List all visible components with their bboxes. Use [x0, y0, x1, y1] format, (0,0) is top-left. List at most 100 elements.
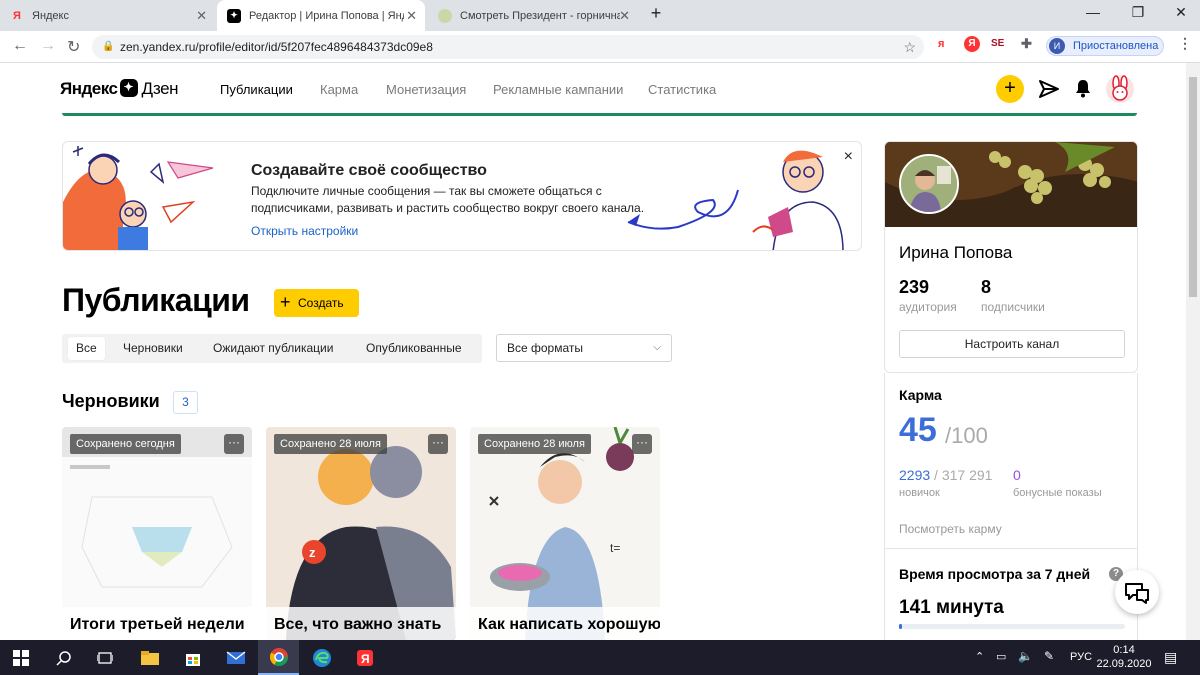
saved-date-badge: Сохранено 28 июля [274, 434, 387, 454]
page-scrollbar[interactable] [1186, 63, 1200, 640]
close-window-button[interactable]: ✕ [1166, 4, 1196, 21]
tab-editor[interactable]: ✦ Редактор | Ирина Попова | Яндекс ✕ [217, 0, 425, 31]
community-promo-banner: Создавайте своё сообщество Подключите ли… [62, 141, 862, 251]
browser-menu-icon[interactable]: ⋮ [1178, 35, 1192, 52]
watch-time-title: Время просмотра за 7 дней [899, 566, 1091, 582]
url-text: zen.yandex.ru/profile/editor/id/5f207fec… [120, 40, 433, 54]
card-menu-icon[interactable]: ··· [428, 434, 448, 454]
channel-name: Ирина Попова [899, 243, 1013, 262]
yandex-red-extension-icon[interactable]: Я [964, 36, 980, 52]
windows-start-icon[interactable] [0, 640, 41, 675]
nav-statistics[interactable]: Статистика [648, 82, 716, 97]
setup-channel-button[interactable]: Настроить канал [899, 330, 1125, 358]
bonus-value: 0 [1013, 467, 1021, 483]
yandex-extension-icon[interactable]: я [938, 38, 944, 50]
scrollbar-thumb[interactable] [1189, 77, 1197, 297]
task-view-icon[interactable] [84, 640, 125, 675]
card-thumbnail-illustration: z [266, 427, 456, 640]
store-icon[interactable] [172, 640, 213, 675]
bookmark-star-icon[interactable]: ☆ [903, 35, 916, 59]
add-content-button[interactable]: + [996, 75, 1024, 103]
subscribers-stat: 8 подписчики [981, 277, 1045, 314]
url-input[interactable]: 🔒 zen.yandex.ru/profile/editor/id/5f207f… [92, 35, 924, 59]
nav-karma[interactable]: Карма [320, 82, 358, 97]
novice-value: 2293 [899, 467, 931, 483]
nav-publications[interactable]: Публикации [220, 82, 293, 97]
windows-taskbar: Я ⌃ ▭ 🔈 ✎ РУС 0:14 22.09.2020 ▤ [0, 640, 1200, 675]
drafts-count-badge: 3 [173, 391, 198, 414]
language-indicator[interactable]: РУС [1070, 651, 1092, 663]
novice-total: / 317 291 [930, 467, 993, 483]
promo-close-icon[interactable]: × [844, 148, 853, 166]
tab-yandex[interactable]: Я Яндекс ✕ [0, 0, 215, 31]
create-button[interactable]: + Создать [274, 289, 359, 317]
tray-chevron-up-icon[interactable]: ⌃ [975, 650, 984, 663]
nav-ad-campaigns[interactable]: Рекламные кампании [493, 82, 623, 97]
edge-icon[interactable] [301, 640, 342, 675]
minimize-button[interactable]: — [1078, 4, 1108, 20]
open-settings-link[interactable]: Открыть настройки [251, 224, 358, 238]
novice-label: новичок [899, 487, 940, 499]
drafts-heading: Черновики [62, 391, 160, 411]
search-icon[interactable] [43, 640, 84, 675]
file-explorer-icon[interactable] [129, 640, 170, 675]
draft-card[interactable]: Сохранено сегодня ··· Итоги третьей неде… [62, 427, 252, 640]
logo-zen-text: Дзен [141, 79, 179, 98]
tab-close-icon[interactable]: ✕ [406, 8, 417, 24]
browser-tab-strip: Я Яндекс ✕ ✦ Редактор | Ирина Попова | Я… [0, 0, 1200, 31]
reload-icon[interactable]: ↻ [67, 37, 80, 57]
yandex-browser-icon[interactable]: Я [344, 640, 385, 675]
zen-logo[interactable]: Яндекс Дзен [60, 79, 179, 99]
draft-card[interactable]: z Сохранено 28 июля ··· Все, что важно з… [266, 427, 456, 640]
new-tab-button[interactable]: + [641, 3, 671, 24]
nav-monetization[interactable]: Монетизация [386, 82, 466, 97]
filter-pending[interactable]: Ожидают публикации [213, 334, 333, 363]
maximize-button[interactable]: ❐ [1123, 4, 1153, 21]
tab-close-icon[interactable]: ✕ [196, 8, 207, 24]
clock[interactable]: 0:14 22.09.2020 [1094, 643, 1154, 671]
clock-time: 0:14 [1113, 644, 1135, 656]
volume-icon[interactable]: 🔈 [1018, 649, 1033, 663]
se-extension-icon[interactable]: SE [991, 38, 1004, 49]
format-select[interactable]: Все форматы ⌵ [496, 334, 672, 362]
card-menu-icon[interactable]: ··· [632, 434, 652, 454]
profile-status: Приостановлена [1073, 40, 1159, 52]
lock-icon: 🔒 [102, 41, 115, 52]
tab-close-icon[interactable]: ✕ [619, 8, 630, 24]
card-title: Итоги третьей недели [70, 616, 245, 633]
draft-card[interactable]: t= Сохранено 28 июля ··· Как написать хо… [470, 427, 660, 640]
notifications-bell-icon[interactable] [1074, 78, 1092, 98]
svg-text:Я: Я [361, 652, 370, 666]
tab-film[interactable]: Смотреть Президент - горничная ✕ [428, 0, 638, 31]
user-avatar[interactable] [1106, 75, 1134, 103]
pen-icon[interactable]: ✎ [1044, 649, 1054, 663]
filter-published[interactable]: Опубликованные [366, 334, 462, 363]
chrome-icon[interactable] [258, 640, 299, 675]
channel-avatar[interactable] [899, 154, 959, 214]
extensions-puzzle-icon[interactable]: ✚ [1021, 36, 1032, 52]
zen-icon: ✦ [227, 8, 241, 23]
header-accent-line [62, 113, 1137, 116]
tab-title: Смотреть Президент - горничная [460, 9, 620, 22]
forward-arrow-icon[interactable]: → [40, 37, 56, 55]
promo-description: Подключите личные сообщения — так вы смо… [251, 184, 645, 215]
see-karma-link[interactable]: Посмотреть карму [899, 522, 1002, 536]
mail-icon[interactable] [215, 640, 256, 675]
card-menu-icon[interactable]: ··· [224, 434, 244, 454]
card-thumbnail-screenshot [62, 427, 252, 640]
create-label: Создать [298, 296, 344, 310]
back-arrow-icon[interactable]: ← [12, 37, 28, 55]
filter-drafts[interactable]: Черновики [123, 334, 183, 363]
messages-send-icon[interactable] [1038, 79, 1060, 99]
chat-button[interactable] [1115, 570, 1159, 614]
filter-all[interactable]: Все [68, 337, 105, 360]
promo-man-illustration [752, 150, 844, 250]
notifications-center-icon[interactable]: ▤ [1164, 649, 1177, 666]
card-title: Все, что важно знать [274, 616, 442, 633]
profile-button[interactable]: И Приостановлена [1046, 36, 1164, 56]
saved-date-badge: Сохранено 28 июля [478, 434, 591, 454]
network-icon[interactable]: ▭ [996, 650, 1006, 663]
audience-label: аудитория [899, 300, 957, 314]
channel-avatar-photo [901, 156, 957, 212]
karma-title: Карма [899, 387, 942, 403]
